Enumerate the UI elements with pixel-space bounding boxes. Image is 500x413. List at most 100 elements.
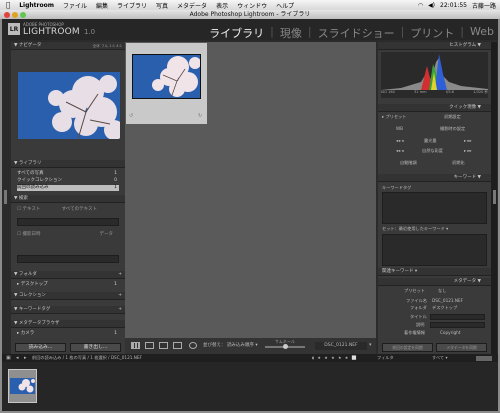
- folder-item-desktop[interactable]: ▸ デスクトップ 1: [17, 282, 119, 288]
- reset-button[interactable]: 初期化: [452, 160, 465, 166]
- auto-tone-button[interactable]: 自動階調: [400, 160, 417, 166]
- date-filter-value[interactable]: データ: [100, 232, 114, 238]
- sort-control[interactable]: 並び替え： 読み込み順序 ▾: [203, 342, 258, 348]
- menu-library[interactable]: ライブラリ: [117, 1, 147, 10]
- module-slideshow[interactable]: スライドショー: [318, 25, 395, 41]
- recent-keywords-label[interactable]: セット：最近使用したキーワード ▾: [382, 226, 487, 232]
- close-window-button[interactable]: [4, 11, 10, 18]
- rotate-right-icon[interactable]: ↻: [198, 113, 202, 119]
- library-item-all-photos[interactable]: すべての写真 1: [17, 171, 119, 177]
- copyright-value[interactable]: Copyright: [440, 330, 460, 336]
- rotate-left-icon[interactable]: ↺: [129, 113, 133, 119]
- text-filter-value[interactable]: すべてのテキスト: [62, 207, 97, 213]
- survey-view-icon[interactable]: [173, 342, 182, 349]
- histogram-header[interactable]: ヒストグラム ▼: [378, 42, 491, 50]
- nav-back-icon[interactable]: ◂: [16, 354, 19, 362]
- keyword-tags-field[interactable]: [382, 192, 487, 224]
- spray-can-icon[interactable]: [189, 342, 197, 349]
- thumbnail-image[interactable]: [132, 54, 201, 99]
- preset-value[interactable]: 初期設定: [444, 114, 461, 120]
- grid-view-icon[interactable]: [131, 342, 140, 349]
- rating-filter-icons[interactable]: ◖ ★ ★ ★ ★ ★ ⬜: [312, 354, 358, 362]
- export-button[interactable]: 書き出し...: [70, 343, 121, 352]
- metadata-preset-value[interactable]: なし: [438, 288, 446, 294]
- sync-metadata-button[interactable]: メタデータを同期: [436, 343, 487, 352]
- date-range-field[interactable]: [17, 255, 119, 263]
- menu-help[interactable]: ヘルプ: [276, 1, 294, 10]
- module-develop[interactable]: 現像: [280, 25, 302, 41]
- menu-metadata[interactable]: メタデータ: [177, 1, 207, 10]
- filmstrip-collapse-icon[interactable]: ▣: [6, 354, 11, 362]
- menu-edit[interactable]: 編集: [96, 1, 108, 10]
- source-status[interactable]: 前回の読み込み / 1 枚の写真 / 1 枚選択 / DSC_0121.NEF: [32, 354, 142, 362]
- menu-view[interactable]: 表示: [216, 1, 228, 10]
- import-button[interactable]: 読み込み...: [15, 343, 66, 352]
- module-library[interactable]: ライブラリ: [209, 25, 264, 41]
- wifi-icon[interactable]: ◠: [418, 2, 423, 9]
- keywording-header[interactable]: キーワード ▼: [378, 174, 491, 182]
- thumbnail-cell[interactable]: ↺ ↻: [126, 43, 207, 124]
- keyword-list-header[interactable]: 関連キーワード ▾: [378, 268, 491, 276]
- filter-value[interactable]: すべて ▾: [432, 354, 448, 362]
- caption-input[interactable]: [430, 322, 485, 328]
- loupe-view-icon[interactable]: [145, 342, 154, 349]
- histogram[interactable]: ISO 160 31 mm f/5.6 1/320 秒: [381, 52, 488, 98]
- wb-value[interactable]: 撮影時の設定: [440, 126, 465, 132]
- menu-file[interactable]: ファイル: [63, 1, 87, 10]
- library-item-quick-collection[interactable]: クイックコレクション 0: [17, 178, 119, 184]
- lr-logo-badge: LR: [8, 23, 20, 35]
- keywording-label: キーワード: [453, 175, 477, 180]
- menu-app-name[interactable]: Lightroom: [19, 2, 54, 9]
- folders-header[interactable]: ▼ フォルダ +: [11, 271, 125, 279]
- metadata-header[interactable]: メタデータ ▼: [378, 278, 491, 286]
- wb-row[interactable]: WB 撮影時の設定: [382, 126, 487, 132]
- vibrance-row[interactable]: ◂◂ ◂ 自然な彩度 ▸ ▸▸: [382, 148, 487, 154]
- metadata-preset-row[interactable]: プリセット なし: [382, 288, 487, 294]
- navigator-preview[interactable]: [18, 72, 124, 140]
- menu-window[interactable]: ウィンドウ: [237, 1, 267, 10]
- toolbar-menu-icon[interactable]: ▾: [369, 342, 372, 348]
- filename-value[interactable]: DSC_0121.NEF: [432, 298, 463, 304]
- user-name[interactable]: 古藤一路: [472, 1, 496, 10]
- metadata-browser-item-camera[interactable]: ▸ カメラ 1: [17, 331, 119, 337]
- add-collection-icon[interactable]: +: [118, 292, 122, 300]
- zoom-window-button[interactable]: [20, 11, 26, 18]
- sync-button[interactable]: 前回の設定を同期: [382, 343, 433, 352]
- folder-value[interactable]: デスクトップ: [432, 305, 457, 311]
- collections-header[interactable]: ▼ コレクション +: [11, 292, 125, 300]
- clock[interactable]: 22:01:55: [440, 2, 467, 9]
- menu-photo[interactable]: 写真: [156, 1, 168, 10]
- exposure-row[interactable]: ◂◂ ◂ 露光量 ▸ ▸▸: [382, 138, 487, 144]
- compare-view-icon[interactable]: [159, 342, 168, 349]
- search-text-input[interactable]: [17, 218, 119, 226]
- nav-forward-icon[interactable]: ▸: [24, 354, 27, 362]
- find-header[interactable]: ▼ 検索: [11, 195, 125, 203]
- library-header[interactable]: ▼ ライブラリ: [11, 160, 125, 168]
- filter-control[interactable]: フィルタ: [377, 354, 394, 362]
- metadata-browser-header[interactable]: ▼ メタデータブラウザ: [11, 320, 125, 328]
- date-filter-row[interactable]: ☐ 撮影日時 データ: [17, 232, 119, 238]
- module-print[interactable]: プリント: [410, 25, 454, 41]
- slider-handle[interactable]: [283, 344, 288, 349]
- right-panel-toggle[interactable]: [493, 190, 496, 204]
- minimize-window-button[interactable]: [12, 11, 18, 18]
- filename-field[interactable]: DSC_0121.NEF: [315, 342, 367, 350]
- apple-icon[interactable]: : [6, 1, 10, 9]
- keyword-tags-header[interactable]: ▼ キーワードタグ +: [11, 306, 125, 314]
- module-web[interactable]: Web: [470, 25, 494, 41]
- text-filter-row[interactable]: ☐ テキスト すべてのテキスト: [17, 207, 119, 213]
- quick-develop-header[interactable]: クイック現像 ▼: [378, 104, 491, 112]
- navigator-header[interactable]: ▼ ナビゲータ 全体 フル 1:1 4:1: [11, 42, 125, 50]
- library-item-previous-import[interactable]: 前回の読み込み 1: [17, 185, 119, 191]
- add-keyword-icon[interactable]: +: [118, 306, 122, 314]
- preset-row[interactable]: ▸ プリセット 初期設定: [382, 114, 487, 120]
- filmstrip-thumbnail[interactable]: [8, 369, 37, 403]
- zoom-options[interactable]: 全体 フル 1:1 4:1: [93, 42, 122, 50]
- left-panel-toggle[interactable]: [4, 190, 7, 204]
- keyword-list-label: 関連キーワード: [382, 269, 414, 274]
- volume-icon[interactable]: ◀): [428, 2, 435, 9]
- title-input[interactable]: [430, 314, 485, 320]
- filter-toggle[interactable]: [476, 355, 492, 361]
- recent-keywords-field[interactable]: [382, 234, 487, 266]
- add-folder-icon[interactable]: +: [118, 271, 122, 279]
